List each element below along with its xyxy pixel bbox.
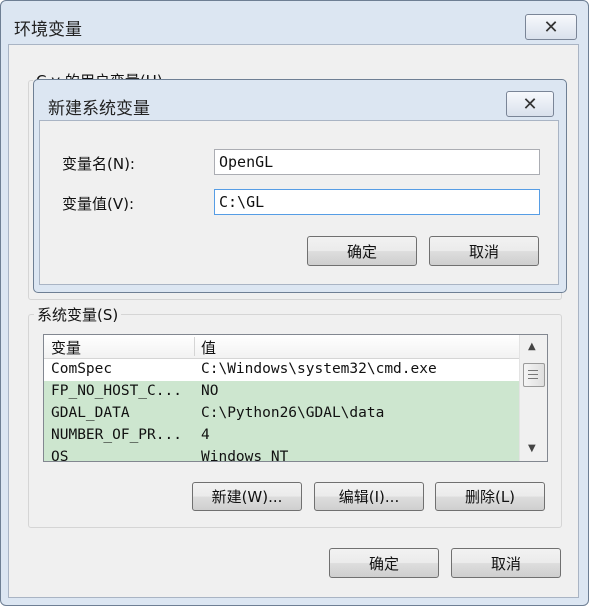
row-variable-value: C:\Python26\GDAL\data (201, 405, 385, 421)
row-variable-name: NUMBER_OF_PR... (51, 427, 182, 443)
window-title: 环境变量 (14, 20, 82, 40)
table-row[interactable]: OS Windows_NT (44, 447, 520, 462)
list-scrollbar[interactable]: ▲ ▼ (519, 335, 547, 461)
close-icon: ✕ (543, 16, 559, 38)
close-icon: ✕ (522, 93, 538, 115)
system-variables-list[interactable]: 变量 值 ComSpec C:\Windows\system32\cmd.exe F… (43, 334, 548, 462)
variable-value-field[interactable]: C:\GL (214, 189, 540, 215)
scroll-up-icon[interactable]: ▲ (528, 341, 536, 352)
delete-variable-button[interactable]: 删除(L) (435, 482, 545, 511)
dialog-ok-button[interactable]: 确定 (307, 236, 417, 266)
system-variables-label: 系统变量(S) (34, 304, 122, 325)
table-row[interactable]: GDAL_DATA C:\Python26\GDAL\data (44, 403, 520, 425)
dialog-close-button[interactable]: ✕ (506, 91, 554, 117)
dialog-title: 新建系统变量 (48, 99, 150, 119)
row-variable-name: FP_NO_HOST_C... (51, 383, 182, 399)
table-row[interactable]: FP_NO_HOST_C... NO (44, 381, 520, 403)
table-row[interactable]: ComSpec C:\Windows\system32\cmd.exe (44, 359, 520, 381)
column-divider[interactable] (194, 337, 195, 356)
list-header: 变量 值 (44, 335, 520, 359)
row-variable-value: NO (201, 383, 219, 399)
row-variable-name: OS (51, 449, 69, 462)
edit-variable-button[interactable]: 编辑(I)... (314, 482, 424, 511)
row-variable-name: GDAL_DATA (51, 405, 130, 421)
dialog-cancel-button[interactable]: 取消 (429, 236, 539, 266)
table-row[interactable]: NUMBER_OF_PR... 4 (44, 425, 520, 447)
column-header-variable[interactable]: 变量 (51, 337, 81, 358)
cancel-button[interactable]: 取消 (451, 548, 561, 578)
window-close-button[interactable]: ✕ (525, 14, 577, 40)
variable-name-field[interactable]: OpenGL (214, 149, 540, 175)
row-variable-name: ComSpec (51, 361, 113, 377)
scroll-down-icon[interactable]: ▼ (528, 443, 536, 454)
row-variable-value: Windows_NT (201, 449, 289, 462)
scrollbar-thumb[interactable] (523, 363, 545, 387)
column-header-value[interactable]: 值 (201, 337, 216, 358)
variable-value-label: 变量值(V): (62, 195, 135, 213)
ok-button[interactable]: 确定 (329, 548, 439, 578)
row-variable-value: 4 (201, 427, 210, 443)
new-variable-button[interactable]: 新建(W)... (192, 482, 302, 511)
row-variable-value: C:\Windows\system32\cmd.exe (201, 361, 437, 377)
variable-name-label: 变量名(N): (62, 155, 135, 173)
